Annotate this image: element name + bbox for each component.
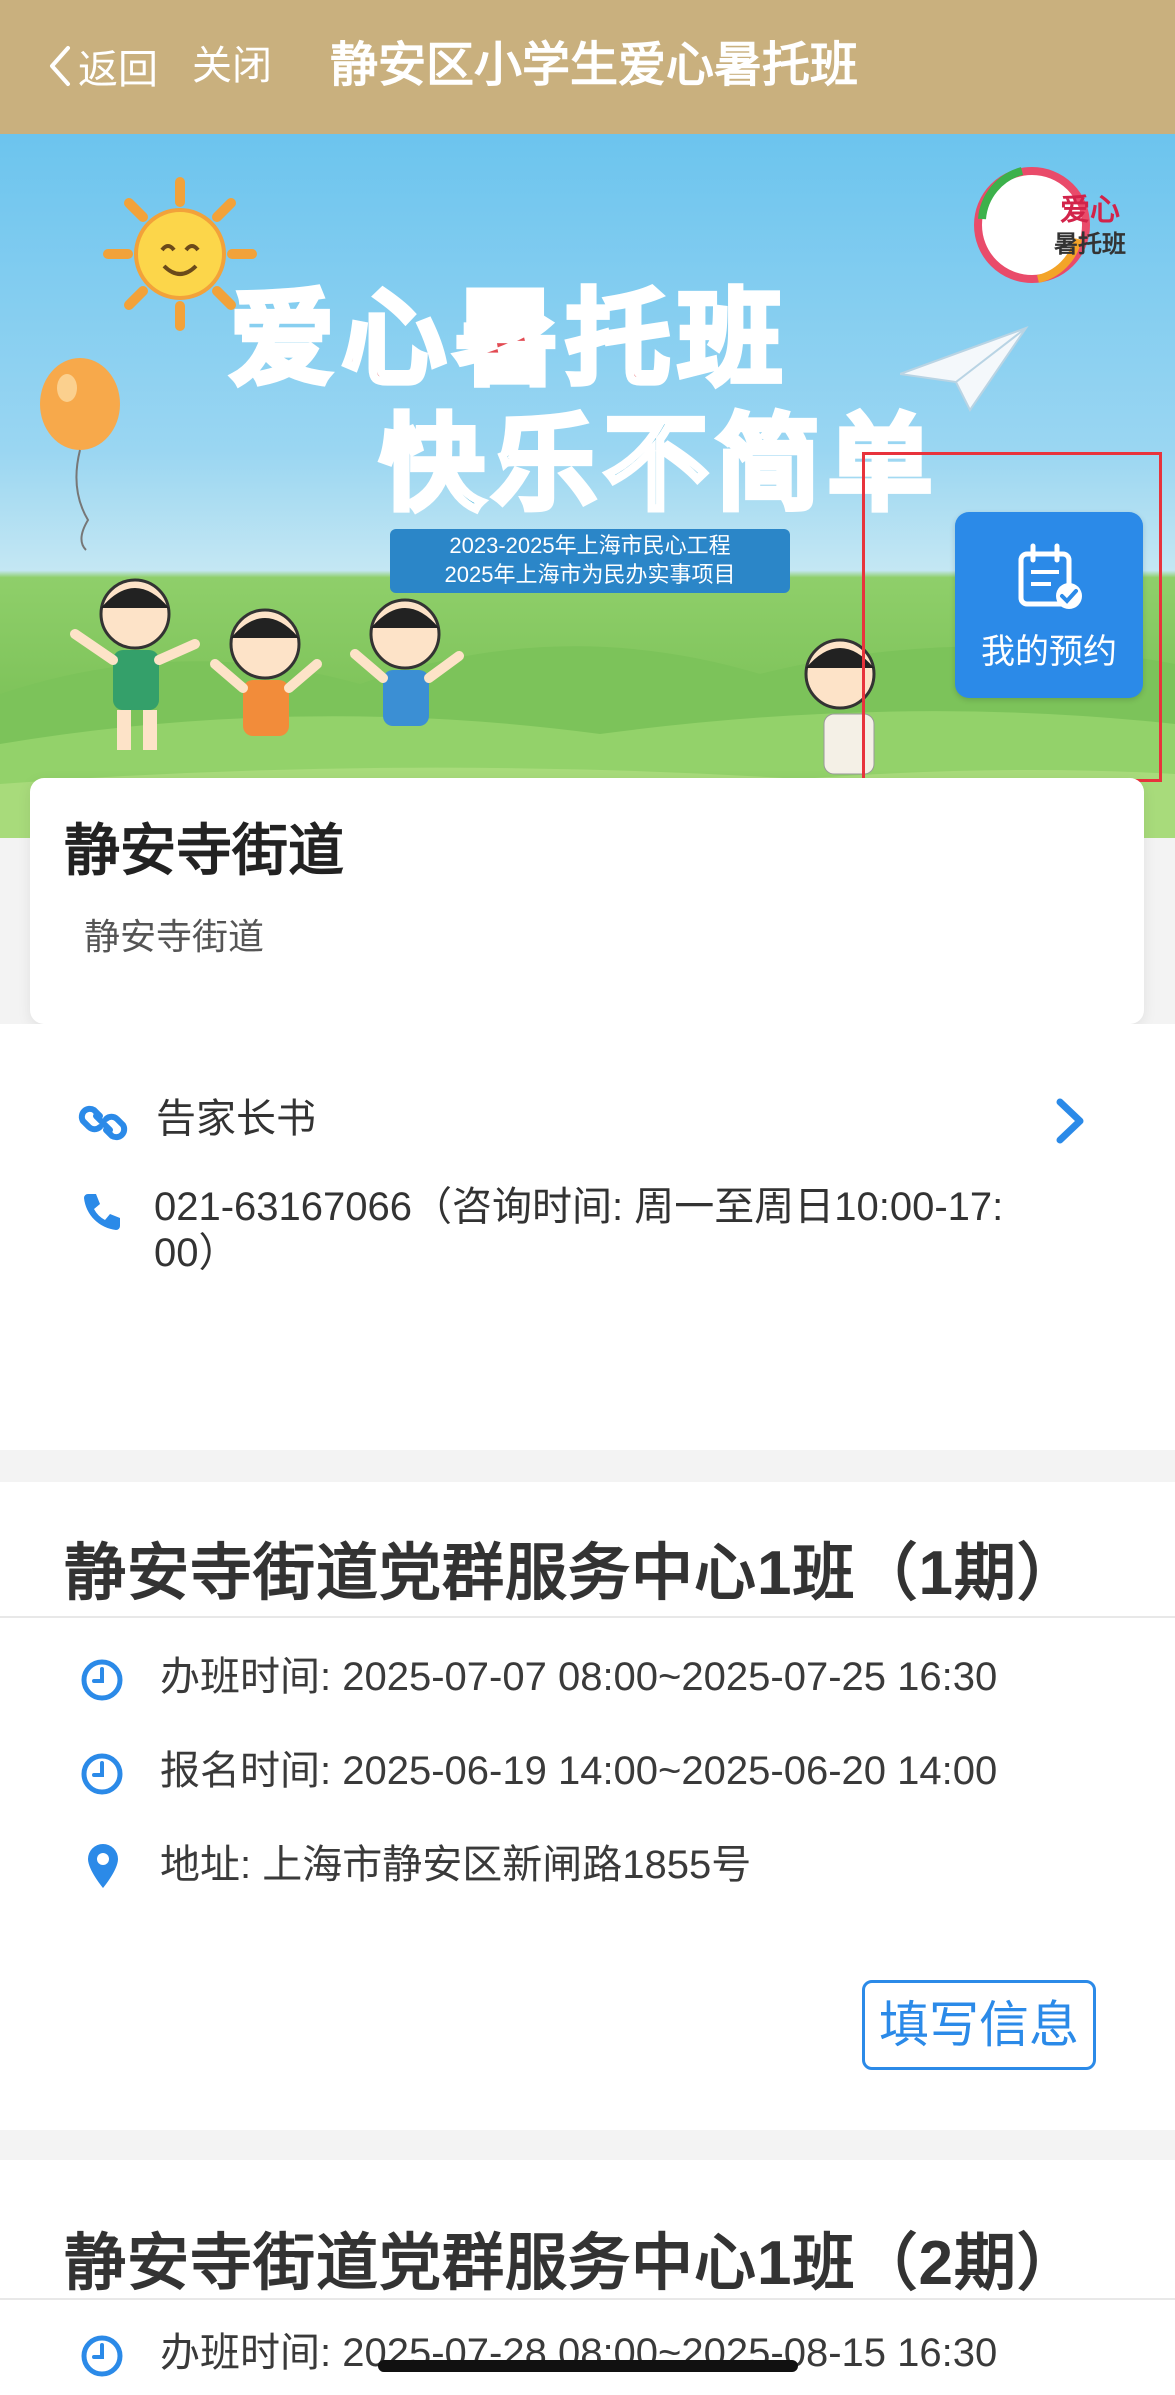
class-time-row: 办班时间: 2025-07-07 08:00~2025-07-25 16:30 xyxy=(0,1652,1175,1702)
class-time-text: 办班时间: 2025-07-07 08:00~2025-07-25 16:30 xyxy=(160,1655,998,1699)
info-section: 告家长书 021-63167066（咨询时间: 周一至周日10:00-17: 00… xyxy=(0,1024,1175,1450)
parent-letter-row[interactable]: 告家长书 xyxy=(0,1084,1175,1154)
fill-info-button[interactable]: 填写信息 xyxy=(862,1980,1096,2070)
signup-time-text: 报名时间: 2025-06-19 14:00~2025-06-20 14:00 xyxy=(160,1749,998,1793)
clock-icon xyxy=(81,1753,123,1795)
top-nav-bar: 返回 关闭 静安区小学生爱心暑托班 xyxy=(0,0,1175,134)
street-card: 静安寺街道 静安寺街道 xyxy=(30,778,1144,1024)
divider xyxy=(0,2298,1175,2300)
class-card-1: 静安寺街道党群服务中心1班（1期） 办班时间: 2025-07-07 08:00… xyxy=(0,1482,1175,2130)
close-button[interactable]: 关闭 xyxy=(192,38,272,94)
back-label: 返回 xyxy=(78,48,158,92)
class-title: 静安寺街道党群服务中心1班（1期） xyxy=(64,1539,1080,1608)
clock-icon xyxy=(81,1659,123,1701)
highlight-box xyxy=(862,452,1162,782)
phone-row[interactable]: 021-63167066（咨询时间: 周一至周日10:00-17: 00） xyxy=(0,1184,1175,1294)
banner-title-line2: 快乐不简单 xyxy=(377,405,941,526)
link-icon xyxy=(78,1105,128,1141)
phone-icon xyxy=(84,1194,120,1230)
street-title: 静安寺街道 xyxy=(64,819,344,882)
back-button[interactable]: 返回 xyxy=(46,38,158,94)
balloon-illustration xyxy=(40,358,120,551)
street-subtitle: 静安寺街道 xyxy=(84,916,265,957)
home-indicator xyxy=(378,2360,798,2372)
class-title: 静安寺街道党群服务中心1班（2期） xyxy=(64,2229,1080,2298)
address-row: 地址: 上海市静安区新闸路1855号 xyxy=(0,1840,1175,1890)
logo-text: 爱心 暑托班 xyxy=(1054,194,1126,258)
children-illustration xyxy=(70,578,464,750)
signup-time-row: 报名时间: 2025-06-19 14:00~2025-06-20 14:00 xyxy=(0,1746,1175,1796)
phone-text: 021-63167066（咨询时间: 周一至周日10:00-17: 00） xyxy=(154,1185,1004,1275)
chevron-left-icon xyxy=(50,46,70,86)
location-pin-icon xyxy=(88,1844,118,1888)
divider xyxy=(0,1616,1175,1618)
chevron-right-icon xyxy=(1056,1098,1084,1144)
clock-icon xyxy=(81,2335,123,2377)
parent-letter-label: 告家长书 xyxy=(156,1097,316,1141)
page-title: 静安区小学生爱心暑托班 xyxy=(330,39,859,92)
address-text: 地址: 上海市静安区新闸路1855号 xyxy=(160,1843,752,1887)
